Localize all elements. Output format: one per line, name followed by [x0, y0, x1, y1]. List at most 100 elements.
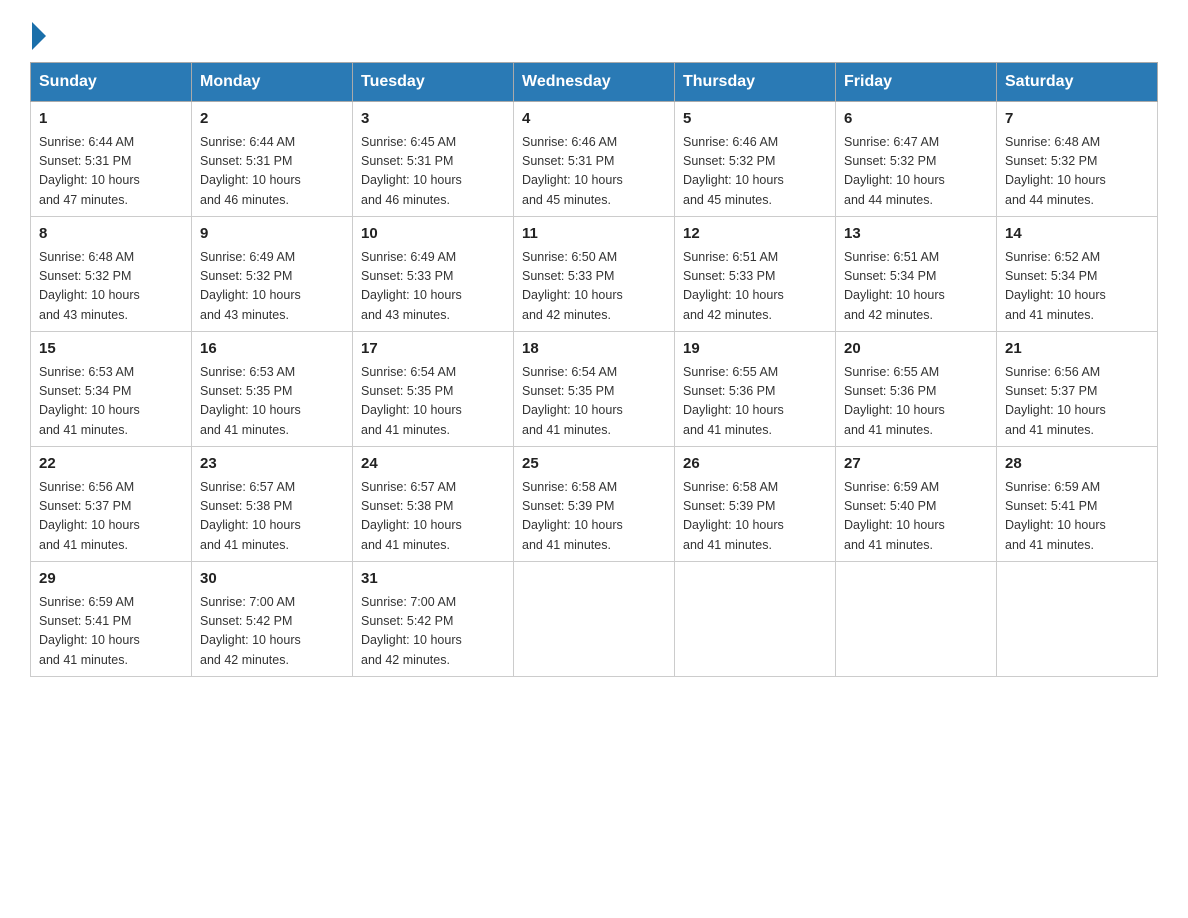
- logo-triangle-icon: [32, 22, 46, 50]
- calendar-cell: 13 Sunrise: 6:51 AMSunset: 5:34 PMDayligh…: [836, 217, 997, 332]
- day-info: Sunrise: 6:58 AMSunset: 5:39 PMDaylight:…: [522, 480, 623, 552]
- day-number: 23: [200, 453, 344, 476]
- day-info: Sunrise: 6:48 AMSunset: 5:32 PMDaylight:…: [39, 250, 140, 322]
- header-wednesday: Wednesday: [514, 63, 675, 102]
- day-info: Sunrise: 6:48 AMSunset: 5:32 PMDaylight:…: [1005, 135, 1106, 207]
- calendar-cell: 22 Sunrise: 6:56 AMSunset: 5:37 PMDayligh…: [31, 447, 192, 562]
- week-row-5: 29 Sunrise: 6:59 AMSunset: 5:41 PMDayligh…: [31, 562, 1158, 677]
- day-info: Sunrise: 6:58 AMSunset: 5:39 PMDaylight:…: [683, 480, 784, 552]
- day-info: Sunrise: 6:50 AMSunset: 5:33 PMDaylight:…: [522, 250, 623, 322]
- calendar-cell: 8Sunrise: 6:48 AMSunset: 5:32 PMDaylight…: [31, 217, 192, 332]
- day-number: 15: [39, 338, 183, 361]
- day-info: Sunrise: 6:59 AMSunset: 5:40 PMDaylight:…: [844, 480, 945, 552]
- calendar-header-row: SundayMondayTuesdayWednesdayThursdayFrid…: [31, 63, 1158, 102]
- day-number: 13: [844, 223, 988, 246]
- calendar-cell: [514, 562, 675, 677]
- day-info: Sunrise: 6:54 AMSunset: 5:35 PMDaylight:…: [361, 365, 462, 437]
- day-number: 16: [200, 338, 344, 361]
- day-info: Sunrise: 6:52 AMSunset: 5:34 PMDaylight:…: [1005, 250, 1106, 322]
- calendar-cell: 2 Sunrise: 6:44 AMSunset: 5:31 PMDaylight…: [192, 102, 353, 217]
- day-info: Sunrise: 6:51 AMSunset: 5:33 PMDaylight:…: [683, 250, 784, 322]
- header-tuesday: Tuesday: [353, 63, 514, 102]
- day-number: 31: [361, 568, 505, 591]
- calendar-cell: 4 Sunrise: 6:46 AMSunset: 5:31 PMDaylight…: [514, 102, 675, 217]
- day-info: Sunrise: 6:53 AMSunset: 5:34 PMDaylight:…: [39, 365, 140, 437]
- calendar-cell: 23 Sunrise: 6:57 AMSunset: 5:38 PMDayligh…: [192, 447, 353, 562]
- calendar-cell: 1Sunrise: 6:44 AMSunset: 5:31 PMDaylight…: [31, 102, 192, 217]
- calendar-cell: 29 Sunrise: 6:59 AMSunset: 5:41 PMDayligh…: [31, 562, 192, 677]
- calendar-cell: 15 Sunrise: 6:53 AMSunset: 5:34 PMDayligh…: [31, 332, 192, 447]
- day-number: 26: [683, 453, 827, 476]
- day-info: Sunrise: 6:56 AMSunset: 5:37 PMDaylight:…: [1005, 365, 1106, 437]
- day-info: Sunrise: 6:55 AMSunset: 5:36 PMDaylight:…: [683, 365, 784, 437]
- calendar-cell: 27 Sunrise: 6:59 AMSunset: 5:40 PMDayligh…: [836, 447, 997, 562]
- day-info: Sunrise: 6:53 AMSunset: 5:35 PMDaylight:…: [200, 365, 301, 437]
- week-row-1: 1 Sunrise: 6:44 AMSunset: 5:31 PMDaylight…: [31, 102, 1158, 217]
- day-info: Sunrise: 6:47 AMSunset: 5:32 PMDaylight:…: [844, 135, 945, 207]
- header: [30, 20, 1158, 46]
- day-info: Sunrise: 6:59 AMSunset: 5:41 PMDaylight:…: [39, 595, 140, 667]
- calendar-cell: 21 Sunrise: 6:56 AMSunset: 5:37 PMDayligh…: [997, 332, 1158, 447]
- day-number: 18: [522, 338, 666, 361]
- day-number: 28: [1005, 453, 1149, 476]
- day-number: 27: [844, 453, 988, 476]
- calendar-cell: 24 Sunrise: 6:57 AMSunset: 5:38 PMDayligh…: [353, 447, 514, 562]
- day-info: Sunrise: 7:00 AMSunset: 5:42 PMDaylight:…: [200, 595, 301, 667]
- day-number: 2: [200, 108, 344, 131]
- calendar-table: SundayMondayTuesdayWednesdayThursdayFrid…: [30, 62, 1158, 677]
- day-number: 21: [1005, 338, 1149, 361]
- day-number: 3: [361, 108, 505, 131]
- day-info: Sunrise: 6:49 AMSunset: 5:32 PMDaylight:…: [200, 250, 301, 322]
- calendar-cell: 30 Sunrise: 7:00 AMSunset: 5:42 PMDayligh…: [192, 562, 353, 677]
- day-info: Sunrise: 6:57 AMSunset: 5:38 PMDaylight:…: [200, 480, 301, 552]
- day-info: Sunrise: 6:46 AMSunset: 5:31 PMDaylight:…: [522, 135, 623, 207]
- day-info: Sunrise: 6:56 AMSunset: 5:37 PMDaylight:…: [39, 480, 140, 552]
- calendar-cell: 7Sunrise: 6:48 AMSunset: 5:32 PMDaylight…: [997, 102, 1158, 217]
- day-number: 22: [39, 453, 183, 476]
- day-number: 4: [522, 108, 666, 131]
- header-saturday: Saturday: [997, 63, 1158, 102]
- calendar-cell: 10Sunrise: 6:49 AMSunset: 5:33 PMDayligh…: [353, 217, 514, 332]
- day-info: Sunrise: 6:46 AMSunset: 5:32 PMDaylight:…: [683, 135, 784, 207]
- calendar-cell: 12 Sunrise: 6:51 AMSunset: 5:33 PMDayligh…: [675, 217, 836, 332]
- day-number: 24: [361, 453, 505, 476]
- day-info: Sunrise: 6:49 AMSunset: 5:33 PMDaylight:…: [361, 250, 462, 322]
- day-info: Sunrise: 6:54 AMSunset: 5:35 PMDaylight:…: [522, 365, 623, 437]
- calendar-cell: [836, 562, 997, 677]
- calendar-cell: 28 Sunrise: 6:59 AMSunset: 5:41 PMDayligh…: [997, 447, 1158, 562]
- day-info: Sunrise: 6:55 AMSunset: 5:36 PMDaylight:…: [844, 365, 945, 437]
- day-number: 5: [683, 108, 827, 131]
- day-info: Sunrise: 6:51 AMSunset: 5:34 PMDaylight:…: [844, 250, 945, 322]
- day-number: 1: [39, 108, 183, 131]
- day-info: Sunrise: 6:59 AMSunset: 5:41 PMDaylight:…: [1005, 480, 1106, 552]
- calendar-cell: 16 Sunrise: 6:53 AMSunset: 5:35 PMDayligh…: [192, 332, 353, 447]
- day-info: Sunrise: 6:57 AMSunset: 5:38 PMDaylight:…: [361, 480, 462, 552]
- calendar-cell: 6Sunrise: 6:47 AMSunset: 5:32 PMDaylight…: [836, 102, 997, 217]
- calendar-cell: 25Sunrise: 6:58 AMSunset: 5:39 PMDayligh…: [514, 447, 675, 562]
- day-number: 17: [361, 338, 505, 361]
- header-friday: Friday: [836, 63, 997, 102]
- day-number: 9: [200, 223, 344, 246]
- day-number: 30: [200, 568, 344, 591]
- day-number: 11: [522, 223, 666, 246]
- calendar-cell: 5 Sunrise: 6:46 AMSunset: 5:32 PMDaylight…: [675, 102, 836, 217]
- week-row-4: 22 Sunrise: 6:56 AMSunset: 5:37 PMDayligh…: [31, 447, 1158, 562]
- calendar-cell: 14 Sunrise: 6:52 AMSunset: 5:34 PMDayligh…: [997, 217, 1158, 332]
- logo: [30, 20, 46, 46]
- calendar-cell: [675, 562, 836, 677]
- day-number: 29: [39, 568, 183, 591]
- day-number: 20: [844, 338, 988, 361]
- calendar-cell: 9 Sunrise: 6:49 AMSunset: 5:32 PMDaylight…: [192, 217, 353, 332]
- header-sunday: Sunday: [31, 63, 192, 102]
- day-number: 14: [1005, 223, 1149, 246]
- header-thursday: Thursday: [675, 63, 836, 102]
- calendar-cell: [997, 562, 1158, 677]
- calendar-cell: 26 Sunrise: 6:58 AMSunset: 5:39 PMDayligh…: [675, 447, 836, 562]
- calendar-cell: 19Sunrise: 6:55 AMSunset: 5:36 PMDayligh…: [675, 332, 836, 447]
- calendar-cell: 20 Sunrise: 6:55 AMSunset: 5:36 PMDayligh…: [836, 332, 997, 447]
- day-number: 12: [683, 223, 827, 246]
- day-info: Sunrise: 6:45 AMSunset: 5:31 PMDaylight:…: [361, 135, 462, 207]
- header-monday: Monday: [192, 63, 353, 102]
- day-info: Sunrise: 6:44 AMSunset: 5:31 PMDaylight:…: [200, 135, 301, 207]
- calendar-cell: 18 Sunrise: 6:54 AMSunset: 5:35 PMDayligh…: [514, 332, 675, 447]
